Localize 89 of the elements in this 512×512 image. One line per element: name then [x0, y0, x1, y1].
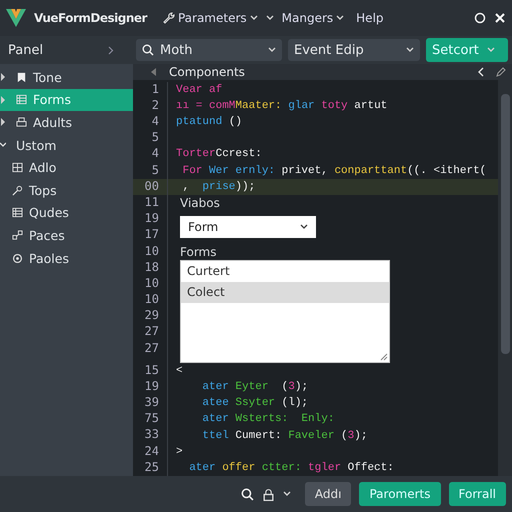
code-line: Vear af: [176, 82, 224, 98]
menu-item[interactable]: Mangers: [278, 11, 348, 25]
nodes-icon: [12, 230, 23, 241]
line-number: 17: [144, 227, 160, 244]
form-label: Viabos: [179, 196, 221, 210]
sidebar-item[interactable]: Qudes: [0, 202, 133, 224]
sidebar-item[interactable]: Tops: [0, 178, 133, 202]
chevron-right-icon[interactable]: [0, 118, 6, 126]
line-number: 15: [144, 362, 160, 379]
line-number: 39: [144, 395, 160, 412]
code-line: For Wer ernly: privet, conparttant((. <ithert(: [182, 164, 488, 179]
close-icon[interactable]: [494, 12, 506, 24]
line-number: 5: [150, 130, 160, 146]
line-number: 25: [144, 460, 160, 476]
chevron-right-icon[interactable]: [0, 73, 6, 82]
code-line: >: [176, 444, 184, 460]
code-line: ater Eyter (3);: [201, 380, 310, 395]
line-number: 75: [144, 411, 160, 428]
caret-icon: [406, 47, 414, 53]
code-line: ıı = comMMaater: glar toty artut: [176, 98, 388, 114]
grid-icon: [12, 162, 23, 174]
list-option[interactable]: Colect: [181, 282, 389, 303]
line-number: 5: [150, 162, 160, 179]
line-number: 27: [144, 324, 160, 340]
line-number: 27: [144, 340, 160, 357]
panel-title: Components: [169, 64, 246, 79]
search-field[interactable]: Moth: [136, 39, 282, 61]
code-line: ptatund (): [176, 115, 244, 130]
line-number: 2: [150, 98, 160, 114]
line-number: 10: [144, 292, 160, 308]
chevron-down-icon[interactable]: [0, 141, 6, 150]
line-number: 19: [144, 211, 160, 228]
sidebar-item[interactable]: Paoles: [0, 246, 133, 270]
circle-icon[interactable]: [474, 12, 486, 24]
line-number: 29: [144, 308, 160, 324]
list-option[interactable]: Curtert: [181, 260, 389, 282]
code-line: atee Ssyter (l);: [201, 396, 310, 412]
pencil-icon[interactable]: [496, 66, 506, 77]
lock-icon[interactable]: [262, 488, 275, 500]
chevron-icon[interactable]: [108, 46, 114, 54]
caret-icon: [300, 224, 308, 230]
select-field[interactable]: Form: [180, 216, 316, 238]
search-icon: [142, 44, 154, 56]
sidebar-item[interactable]: Paces: [0, 224, 133, 247]
line-number: 00: [144, 178, 160, 195]
code-line: ater Wsterts: Enly:: [201, 412, 336, 428]
scrollbar-thumb[interactable]: [500, 94, 510, 354]
menu-item[interactable]: Parameters: [158, 11, 262, 25]
resize-grip-icon[interactable]: [380, 352, 388, 361]
caret-icon: [336, 15, 344, 21]
line-number: 4: [150, 146, 160, 162]
bookmark-icon: [16, 72, 27, 83]
caret-icon[interactable]: [282, 491, 291, 497]
line-number: 1: [150, 82, 160, 98]
list-box[interactable]: Curtert Colect: [180, 260, 390, 363]
sidebar-item[interactable]: Adlo: [0, 156, 133, 179]
left-triangle-icon[interactable]: [149, 66, 159, 77]
code-line: <: [176, 364, 184, 379]
sidebar-item[interactable]: Tone: [0, 66, 133, 89]
key-icon: [12, 184, 23, 196]
line-number: 33: [144, 427, 160, 444]
line-number: 10: [144, 276, 160, 292]
code-line: TorterCcrest:: [176, 147, 263, 162]
logo-icon: [6, 9, 26, 27]
panel-title: Panel: [8, 42, 44, 58]
chevron-left-icon[interactable]: [476, 66, 486, 77]
code-line: ttel Cumert: Faveler (3);: [201, 428, 368, 444]
line-number: 11: [144, 194, 160, 211]
sidebar-item[interactable]: Adults: [0, 111, 133, 134]
event-dropdown[interactable]: Event Edip: [288, 39, 420, 61]
caret-icon: [486, 47, 495, 53]
line-number: 4: [150, 114, 160, 130]
table-icon: [12, 207, 23, 218]
wrench-icon: [162, 12, 175, 24]
sidebar-item[interactable]: Ustom: [0, 134, 133, 156]
caret-icon: [268, 47, 276, 53]
search-icon[interactable]: [240, 488, 254, 500]
code-line: , prise));: [182, 180, 256, 195]
code-line: ater offer ctter: tgler Offect:: [188, 460, 395, 476]
printer-icon: [16, 116, 27, 128]
line-number: 19: [144, 378, 160, 395]
line-number: 10: [144, 244, 160, 260]
menu-item[interactable]: Help: [352, 11, 388, 25]
app-title: VueFormDesigner: [34, 11, 147, 25]
table-icon: [16, 94, 27, 106]
line-number: 24: [144, 444, 160, 460]
footer-button[interactable]: Addı: [304, 482, 352, 506]
line-number: 18: [144, 260, 160, 276]
form-label: Forms: [179, 244, 218, 259]
